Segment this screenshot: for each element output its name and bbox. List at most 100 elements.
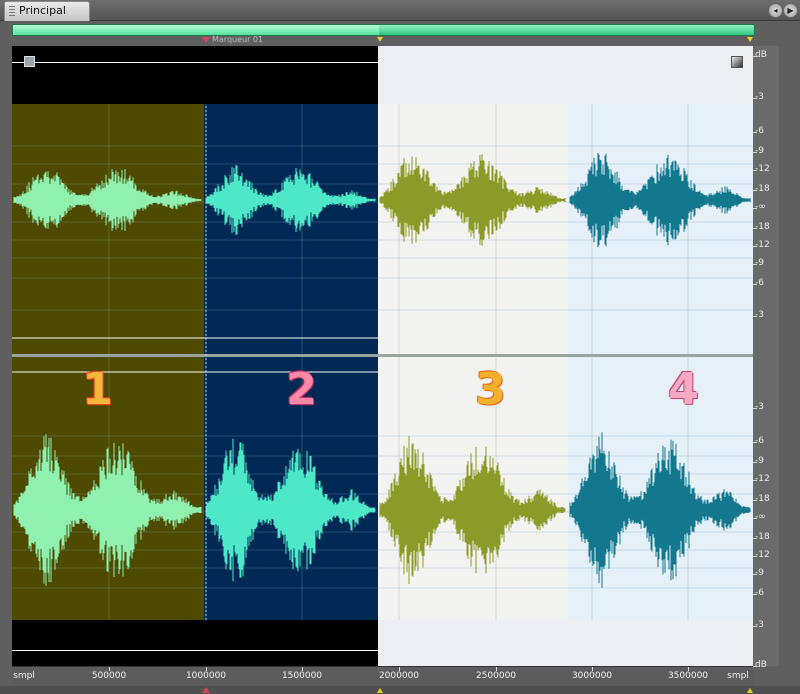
db-label-upper-tick-9 bbox=[753, 264, 757, 265]
tab-principal-label: Principal bbox=[19, 4, 66, 17]
db-label-upper-tick-10 bbox=[753, 284, 757, 285]
db-label-lower-tick-0 bbox=[753, 408, 757, 409]
db-label-lower-5: -∞ bbox=[755, 512, 766, 522]
overview-scrollbar[interactable] bbox=[12, 24, 755, 36]
loop-start-flag-icon[interactable] bbox=[377, 37, 383, 42]
db-label-upper-tick-1 bbox=[753, 98, 757, 99]
x-tick-label-5: 3000000 bbox=[571, 671, 613, 681]
db-label-lower-tick-1 bbox=[753, 442, 757, 443]
db-label-lower-tick-4 bbox=[753, 500, 757, 501]
db-label-upper-tick-11 bbox=[753, 316, 757, 317]
db-label-upper-tick-2 bbox=[753, 132, 757, 133]
db-label-upper-11: -3 bbox=[755, 310, 764, 320]
x-tick-2 bbox=[302, 667, 303, 671]
grip-icon bbox=[9, 6, 15, 16]
top-blank-band-right bbox=[378, 46, 753, 104]
db-label-upper-tick-5 bbox=[753, 190, 757, 191]
db-label-upper-tick-3 bbox=[753, 152, 757, 153]
db-label-lower-1: -6 bbox=[755, 436, 764, 446]
db-label-upper-1: -3 bbox=[755, 92, 764, 102]
loop-start-bottom-icon[interactable] bbox=[377, 688, 383, 693]
x-tick-label-3: 2000000 bbox=[378, 671, 420, 681]
x-tick-label-2: 1500000 bbox=[281, 671, 323, 681]
loop-end-bottom-icon[interactable] bbox=[747, 688, 753, 693]
db-label-upper-0: dB bbox=[755, 50, 767, 60]
x-tick-label-1: 1000000 bbox=[185, 671, 227, 681]
db-label-lower-4: -18 bbox=[755, 494, 770, 504]
db-label-lower-9: -6 bbox=[755, 588, 764, 598]
waveform-ch2-seg1 bbox=[13, 434, 202, 586]
marker-label[interactable]: Marqueur 01 bbox=[212, 35, 263, 44]
db-label-lower-2: -9 bbox=[755, 456, 764, 466]
x-unit-right: smpl bbox=[727, 671, 749, 681]
db-label-upper-6: -∞ bbox=[755, 202, 766, 212]
gain-line-top bbox=[12, 62, 378, 63]
sample-axis[interactable]: smpl smpl 500000 1000000 1500000 2000000 250… bbox=[12, 666, 753, 687]
waveform-editor[interactable]: 1 2 3 4 bbox=[12, 46, 753, 666]
db-label-upper-tick-7 bbox=[753, 228, 757, 229]
play-icon[interactable]: ▶ bbox=[783, 3, 798, 18]
x-tick-label-0: 500000 bbox=[91, 671, 127, 681]
db-label-lower-tick-3 bbox=[753, 480, 757, 481]
gain-line-bottom bbox=[12, 650, 378, 651]
bottom-blank-band-right bbox=[378, 620, 753, 666]
db-label-upper-4: -12 bbox=[755, 164, 770, 174]
x-tick-3 bbox=[399, 667, 400, 671]
db-label-lower-tick-6 bbox=[753, 538, 757, 539]
db-label-lower-11: dB bbox=[755, 660, 767, 670]
marker-bottom-icon[interactable] bbox=[202, 687, 210, 693]
waveform-ch1-seg2 bbox=[205, 165, 376, 235]
db-label-upper-tick-0 bbox=[753, 56, 757, 57]
db-label-lower-7: -12 bbox=[755, 550, 770, 560]
db-label-upper-9: -9 bbox=[755, 258, 764, 268]
x-tick-label-6: 3500000 bbox=[667, 671, 709, 681]
db-label-lower-tick-11 bbox=[753, 666, 757, 667]
marker-ruler[interactable]: Marqueur 01 bbox=[12, 35, 753, 46]
x-unit-left: smpl bbox=[13, 671, 35, 681]
db-label-upper-tick-4 bbox=[753, 170, 757, 171]
segment-4-number: 4 bbox=[668, 364, 700, 415]
db-label-lower-tick-7 bbox=[753, 556, 757, 557]
db-label-upper-3: -9 bbox=[755, 146, 764, 156]
resize-corner-icon[interactable] bbox=[731, 56, 743, 68]
marker-icon[interactable] bbox=[202, 37, 210, 43]
db-label-lower-tick-8 bbox=[753, 574, 757, 575]
db-label-upper-tick-6 bbox=[753, 208, 757, 209]
segment-2-number: 2 bbox=[286, 364, 318, 415]
db-label-upper-7: -18 bbox=[755, 222, 770, 232]
waveform-ch2-seg2 bbox=[205, 438, 376, 582]
db-scale: dB -3 -6 -9 -12 -18 -∞ -18 -12 -9 -6 -3 -3 -6 -9 -12 -18… bbox=[753, 46, 779, 670]
db-label-lower-0: -3 bbox=[755, 402, 764, 412]
bottom-marker-strip bbox=[0, 686, 800, 694]
tab-menu-icon[interactable]: ◂ bbox=[768, 3, 783, 18]
x-tick-4 bbox=[496, 667, 497, 671]
db-label-lower-tick-5 bbox=[753, 518, 757, 519]
db-label-lower-tick-9 bbox=[753, 594, 757, 595]
db-label-upper-5: -18 bbox=[755, 184, 770, 194]
x-tick-5 bbox=[592, 667, 593, 671]
db-label-lower-tick-10 bbox=[753, 626, 757, 627]
waveform-ch2-seg3 bbox=[379, 436, 566, 584]
db-label-lower-8: -9 bbox=[755, 568, 764, 578]
db-label-lower-6: -18 bbox=[755, 532, 770, 542]
tab-principal[interactable]: Principal bbox=[4, 1, 90, 21]
waveform-ch1-seg4 bbox=[569, 152, 751, 248]
db-label-upper-8: -12 bbox=[755, 240, 770, 250]
db-label-lower-10: -3 bbox=[755, 620, 764, 630]
db-label-lower-tick-2 bbox=[753, 462, 757, 463]
loop-end-flag-icon[interactable] bbox=[747, 37, 753, 42]
x-tick-6 bbox=[688, 667, 689, 671]
channel-divider bbox=[12, 354, 753, 357]
x-tick-0 bbox=[109, 667, 110, 671]
segment-3-number: 3 bbox=[475, 364, 507, 415]
x-tick-label-4: 2500000 bbox=[475, 671, 517, 681]
db-label-lower-3: -12 bbox=[755, 474, 770, 484]
db-label-upper-10: -6 bbox=[755, 278, 764, 288]
waveform-canvas bbox=[12, 46, 753, 666]
zoom-box-icon[interactable] bbox=[24, 56, 35, 67]
overview-visible-range[interactable] bbox=[13, 25, 379, 35]
segment-1-number: 1 bbox=[82, 364, 114, 415]
waveform-ch1-seg3 bbox=[379, 154, 566, 246]
db-label-upper-tick-8 bbox=[753, 246, 757, 247]
db-label-upper-2: -6 bbox=[755, 126, 764, 136]
